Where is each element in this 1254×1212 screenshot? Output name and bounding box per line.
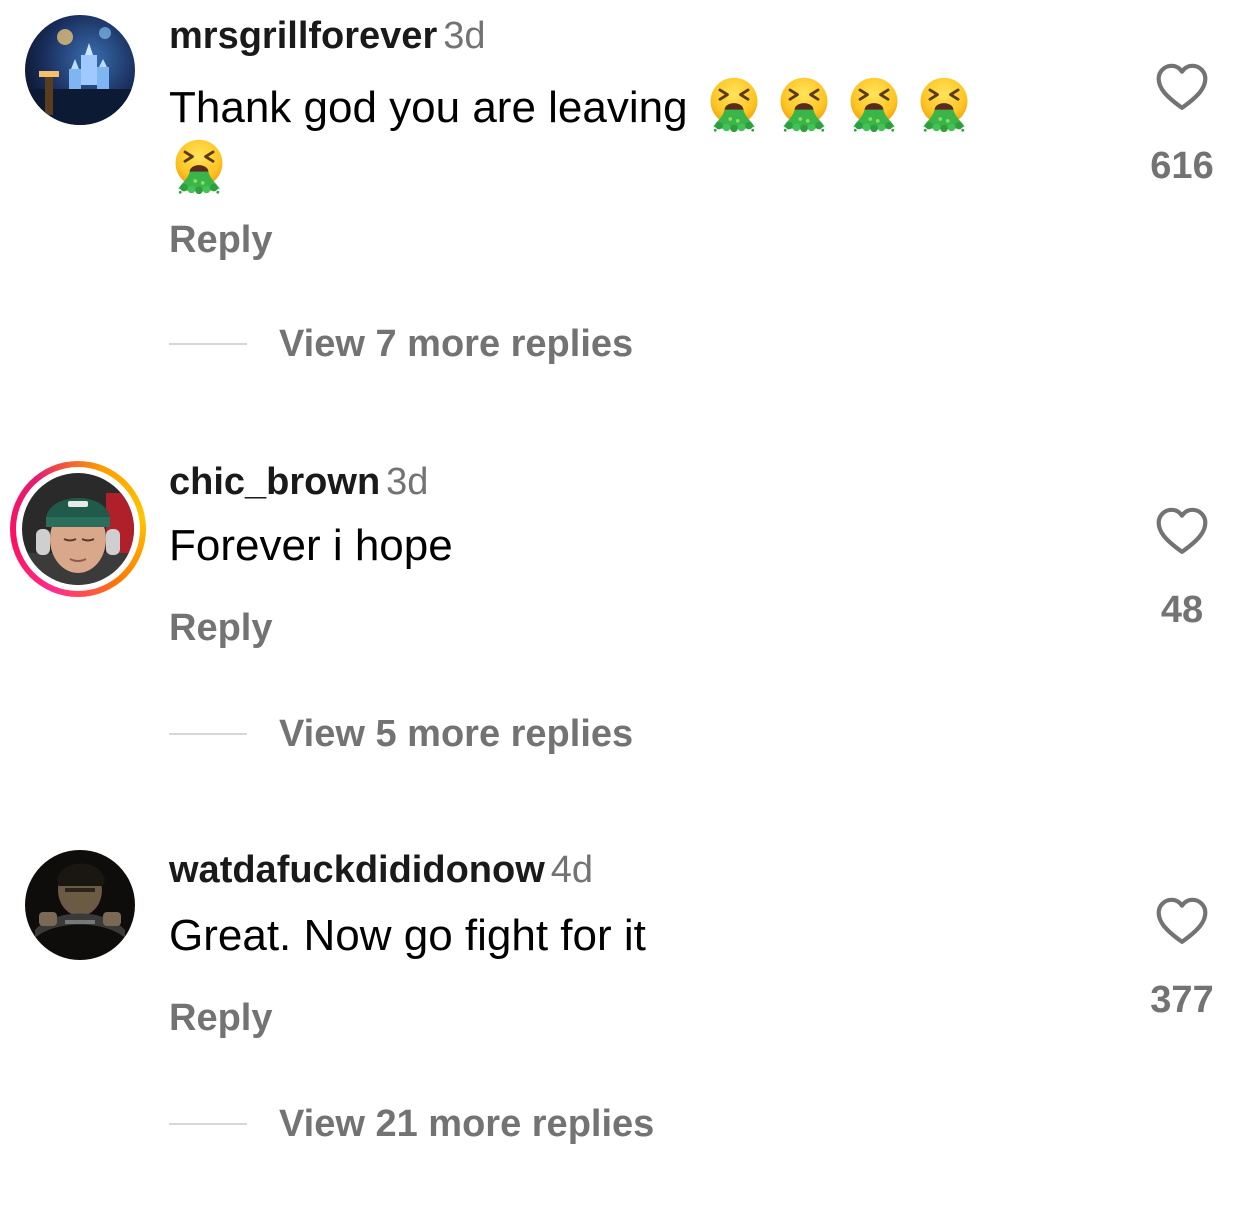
comment-text: Great. Now go fight for it (169, 908, 1049, 964)
reply-button[interactable]: Reply (169, 218, 272, 262)
vomiting-face-emoji (704, 74, 764, 134)
timestamp: 4d (550, 849, 594, 891)
comment-body: Thank god you are leaving (169, 83, 688, 132)
avatar[interactable] (25, 15, 135, 125)
like-count: 377 (1150, 979, 1214, 1021)
avatar-man-beanie-headphones-image (22, 473, 134, 585)
timestamp: 3d (443, 15, 486, 57)
like-count: 616 (1150, 145, 1214, 187)
reply-button[interactable]: Reply (169, 996, 272, 1040)
comment-item: chic_brown 3d Forever i hope Reply View 5… (0, 440, 1254, 810)
like-control: 377 (1130, 894, 1234, 1022)
username[interactable]: mrsgrillforever (169, 15, 437, 57)
vomiting-face-emoji (169, 136, 229, 196)
reply-button[interactable]: Reply (169, 606, 272, 650)
comment-item: mrsgrillforever 3d Thank god you are leav… (0, 0, 1254, 400)
comment-body: Great. Now go fight for it (169, 911, 646, 960)
vomiting-face-emoji (844, 74, 904, 134)
avatar[interactable] (22, 473, 134, 585)
avatar-castle-fireworks-image (25, 15, 135, 125)
view-more-replies-label: View 21 more replies (279, 1102, 655, 1145)
vomiting-face-emoji (914, 74, 974, 134)
username[interactable]: watdafuckdididonow (169, 849, 545, 891)
story-ring[interactable] (10, 461, 146, 597)
comment-header: watdafuckdididonow 4d (169, 848, 593, 892)
heart-outline-icon[interactable] (1152, 60, 1212, 116)
like-control: 616 (1130, 60, 1234, 188)
divider-line (169, 343, 247, 345)
divider-line (169, 1123, 247, 1125)
avatar-person-driving-image (25, 850, 135, 960)
avatar[interactable] (25, 850, 135, 960)
view-more-replies-button[interactable]: View 5 more replies (169, 712, 633, 756)
like-count: 48 (1160, 589, 1204, 631)
view-more-replies-button[interactable]: View 21 more replies (169, 1102, 654, 1146)
comment-header: chic_brown 3d (169, 460, 428, 504)
comment-text: Forever i hope (169, 518, 1049, 574)
timestamp: 3d (386, 461, 429, 503)
heart-outline-icon[interactable] (1152, 504, 1212, 560)
heart-outline-icon[interactable] (1152, 894, 1212, 950)
view-more-replies-button[interactable]: View 7 more replies (169, 322, 633, 366)
username[interactable]: chic_brown (169, 461, 380, 503)
comment-header: mrsgrillforever 3d (169, 14, 486, 58)
view-more-replies-label: View 7 more replies (279, 322, 634, 365)
vomiting-face-emoji (774, 74, 834, 134)
view-more-replies-label: View 5 more replies (279, 712, 634, 755)
comment-item: watdafuckdididonow 4d Great. Now go fight… (0, 830, 1254, 1200)
divider-line (169, 733, 247, 735)
like-control: 48 (1130, 504, 1234, 632)
comment-body: Forever i hope (169, 521, 453, 570)
comment-text: Thank god you are leaving (169, 74, 1049, 198)
